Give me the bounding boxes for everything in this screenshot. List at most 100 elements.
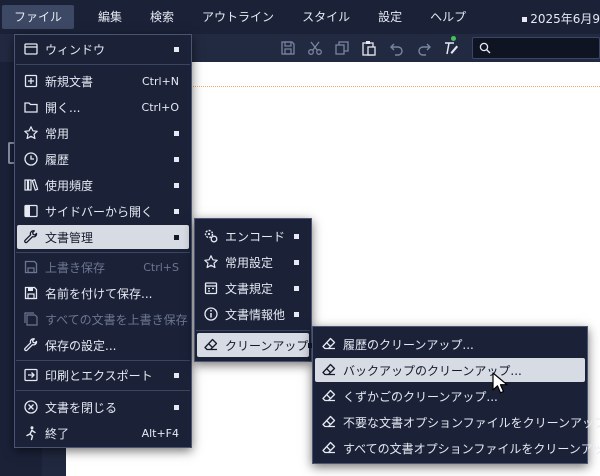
menu-item-save[interactable]: 上書き保存 Ctrl+S	[17, 255, 189, 279]
save-icon	[24, 260, 38, 274]
menu-item-encode[interactable]: エンコード	[197, 224, 309, 248]
menu-item-history[interactable]: 履歴	[17, 147, 189, 171]
menu-item-cleanup-backup[interactable]: バックアップのクリーンアップ...	[315, 358, 585, 382]
submenu-arrow-icon	[174, 130, 179, 136]
shortcut-label: Alt+F4	[141, 426, 179, 440]
submenu-arrow-icon	[174, 156, 179, 162]
info-icon	[204, 307, 218, 321]
menu-item-label: 文書規定	[225, 281, 274, 296]
separator	[16, 64, 190, 65]
wrench-icon	[24, 230, 38, 244]
copy-icon[interactable]	[334, 40, 350, 56]
save-as-icon	[24, 286, 38, 300]
menu-item-window[interactable]: ウィンドウ	[17, 37, 189, 61]
submenu-arrow-icon	[174, 372, 179, 378]
menu-item-label: 開く...	[45, 100, 81, 115]
menu-edit[interactable]: 編集	[86, 5, 134, 29]
menu-item-cleanup-trash[interactable]: くずかごのクリーンアップ...	[315, 384, 585, 408]
paste-icon[interactable]	[361, 40, 377, 56]
menu-settings[interactable]: 設定	[366, 5, 414, 29]
separator	[16, 360, 190, 361]
clock-icon	[24, 152, 38, 166]
eraser-icon	[204, 338, 218, 351]
star-icon	[204, 255, 218, 269]
eraser-icon	[322, 363, 336, 376]
encode-icon	[204, 229, 218, 243]
menu-item-cleanup-history[interactable]: 履歴のクリーンアップ...	[315, 332, 585, 356]
menu-item-label: バックアップのクリーンアップ...	[343, 363, 522, 378]
cut-icon[interactable]	[307, 40, 323, 56]
menu-item-document-management[interactable]: 文書管理	[17, 225, 189, 249]
menu-item-label: 文書を閉じる	[45, 400, 118, 415]
search-box[interactable]	[472, 37, 600, 59]
menu-item-quit[interactable]: 終了 Alt+F4	[17, 421, 189, 445]
wrench-icon	[24, 338, 38, 352]
menu-item-label: ウィンドウ	[45, 42, 106, 57]
menu-item-cleanup[interactable]: クリーンアップ	[197, 333, 314, 357]
menu-item-frequency[interactable]: 使用頻度	[17, 173, 189, 197]
star-icon	[24, 126, 38, 140]
separator	[16, 390, 190, 391]
square-icon	[522, 17, 528, 22]
submenu-arrow-icon	[174, 234, 179, 240]
menu-item-close-document[interactable]: 文書を閉じる	[17, 395, 189, 419]
menu-item-label: 文書情報他	[225, 307, 286, 322]
menu-item-label: 文書管理	[45, 230, 94, 245]
save-all-icon	[24, 312, 38, 326]
menu-item-favorite-settings[interactable]: 常用設定	[197, 250, 309, 274]
undo-icon[interactable]	[389, 40, 405, 56]
format-paint-icon[interactable]	[443, 40, 459, 56]
menu-item-save-as[interactable]: 名前を付けて保存...	[17, 281, 189, 305]
export-icon	[24, 368, 38, 382]
menu-item-open[interactable]: 開く... Ctrl+O	[17, 95, 189, 119]
separator	[16, 252, 190, 253]
menu-item-cleanup-all-options[interactable]: すべての文書オプションファイルをクリーンアップ...	[315, 436, 600, 460]
menu-style[interactable]: スタイル	[290, 5, 362, 29]
menu-item-document-info[interactable]: 文書情報他	[197, 302, 309, 326]
menu-item-save-all[interactable]: すべての文書を上書き保存	[17, 307, 189, 331]
menu-item-label: 保存の設定...	[45, 338, 117, 353]
date-display: 2025年6月9	[522, 10, 600, 27]
date-text: 2025年6月9	[530, 12, 600, 26]
menu-item-label: 新規文書	[45, 74, 94, 89]
menu-item-label: 常用設定	[225, 255, 274, 270]
menu-item-print-export[interactable]: 印刷とエクスポート	[17, 363, 189, 387]
submenu-arrow-icon	[174, 182, 179, 188]
menu-item-label: エンコード	[225, 229, 286, 244]
submenu-arrow-icon	[294, 233, 299, 239]
menu-item-label: すべての文書を上書き保存	[45, 312, 188, 327]
eraser-icon	[322, 415, 336, 428]
folder-open-icon	[24, 102, 38, 113]
menu-item-label: 不要な文書オプションファイルをクリーンアップ...	[343, 415, 600, 430]
window-icon	[24, 43, 38, 55]
menu-item-save-settings[interactable]: 保存の設定...	[17, 333, 189, 357]
submenu-arrow-icon	[174, 208, 179, 214]
menu-item-cleanup-unneeded-options[interactable]: 不要な文書オプションファイルをクリーンアップ...	[315, 410, 600, 434]
menu-item-favorites[interactable]: 常用	[17, 121, 189, 145]
search-input[interactable]	[495, 40, 595, 56]
eraser-icon	[322, 441, 336, 454]
shortcut-label: Ctrl+N	[141, 74, 179, 88]
submenu-arrow-icon	[294, 311, 299, 317]
menu-item-label: すべての文書オプションファイルをクリーンアップ...	[343, 441, 600, 456]
sidebar-icon	[24, 204, 38, 218]
menu-item-new-document[interactable]: 新規文書 Ctrl+N	[17, 69, 189, 93]
save-icon[interactable]	[280, 40, 296, 56]
menu-help[interactable]: ヘルプ	[418, 5, 478, 29]
menu-item-label: クリーンアップ	[225, 338, 309, 353]
menu-item-document-rules[interactable]: 文書規定	[197, 276, 309, 300]
books-icon	[24, 179, 39, 191]
exit-icon	[26, 426, 36, 441]
submenu-arrow-icon	[174, 46, 179, 52]
separator	[196, 330, 310, 331]
menu-file[interactable]: ファイル	[2, 5, 75, 29]
menu-search[interactable]: 検索	[138, 5, 186, 29]
menu-outline[interactable]: アウトライン	[190, 5, 286, 29]
menu-item-open-sidebar[interactable]: サイドバーから開く	[17, 199, 189, 223]
menu-item-label: サイドバーから開く	[45, 204, 154, 219]
menu-item-label: 名前を付けて保存...	[45, 286, 153, 301]
redo-icon[interactable]	[416, 40, 432, 56]
search-icon	[479, 42, 491, 54]
menu-item-label: 使用頻度	[45, 178, 94, 193]
submenu-arrow-icon	[174, 404, 179, 410]
